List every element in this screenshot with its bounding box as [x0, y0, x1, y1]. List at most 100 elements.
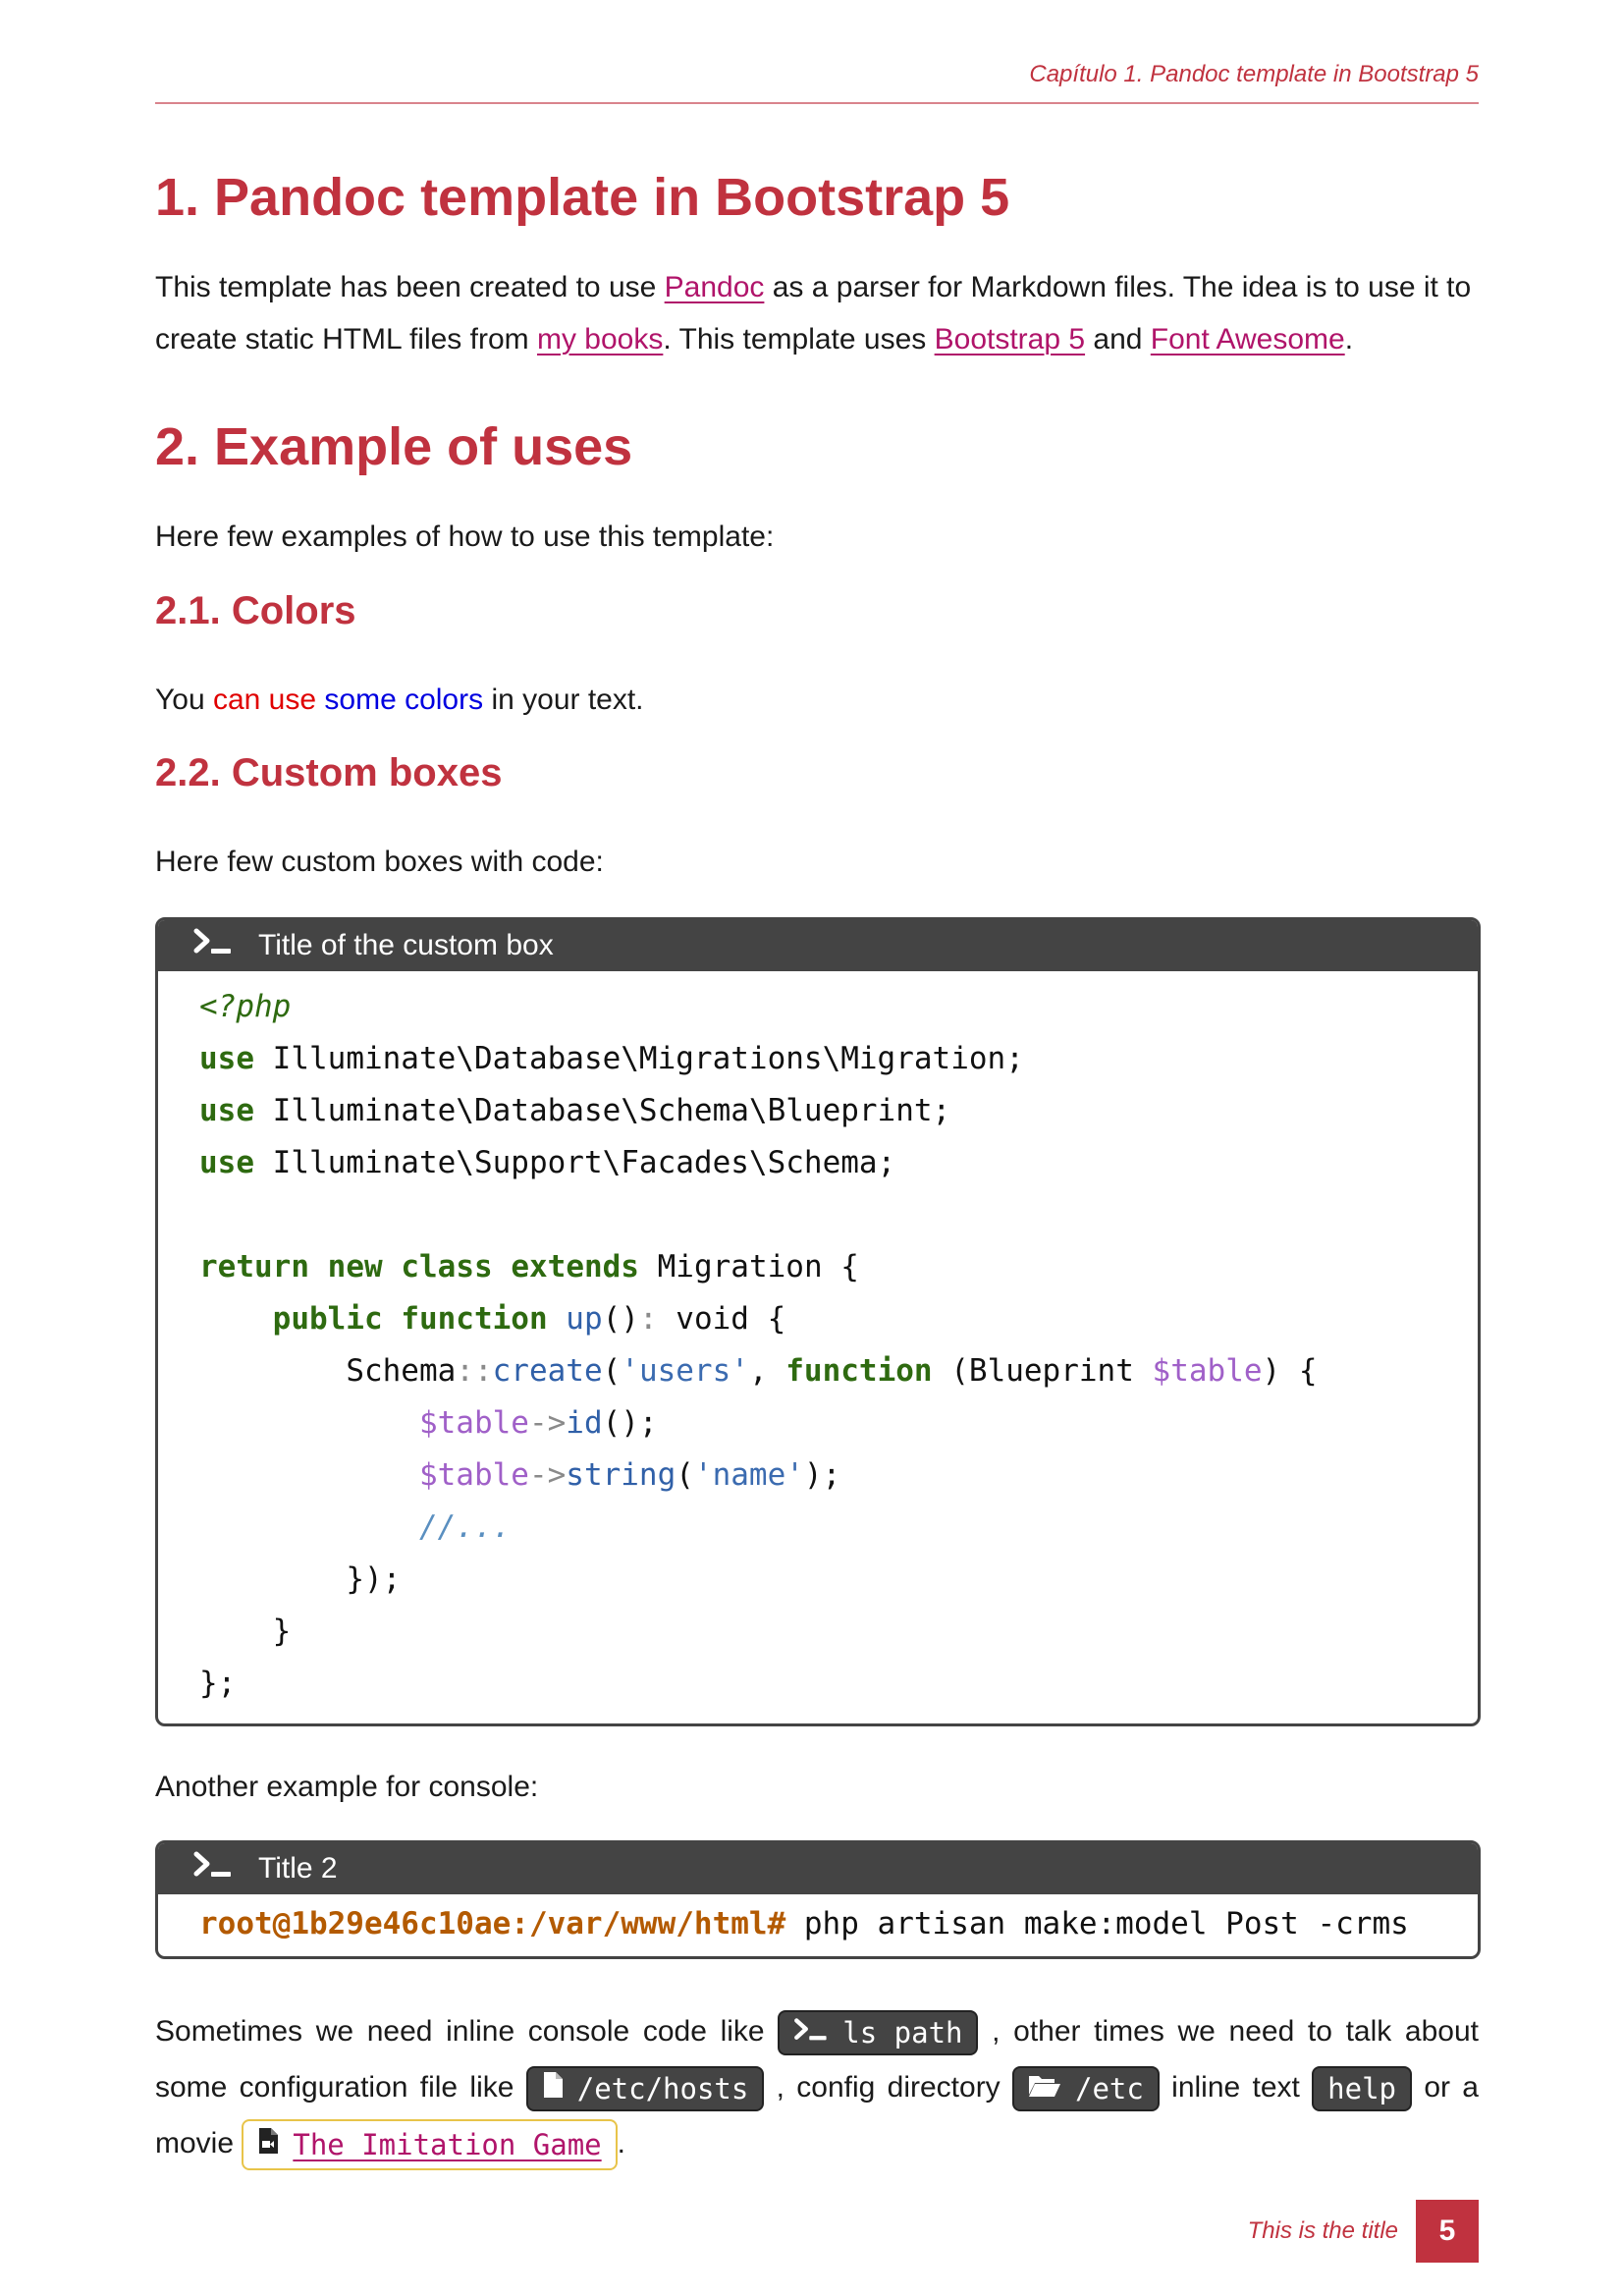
- inline-text-chip-label: help: [1327, 2071, 1397, 2105]
- inline-file-chip[interactable]: /etc/hosts: [525, 2066, 765, 2112]
- code-ns: Illuminate\Database\Schema\Blueprint;: [254, 1093, 951, 1128]
- colors-text-1: You: [155, 683, 213, 716]
- code-kw: function: [785, 1353, 933, 1389]
- link-pandoc[interactable]: Pandoc: [665, 271, 765, 303]
- code-fn: id: [566, 1405, 603, 1441]
- blue-text: some colors: [324, 683, 484, 716]
- page: Capítulo 1. Pandoc template in Bootstrap…: [155, 0, 1481, 2296]
- code-box-console: Title 2 root@1b29e46c10ae:/var/www/html#…: [155, 1840, 1481, 1959]
- code-fn: create: [492, 1353, 603, 1389]
- code-ns: Illuminate\Database\Migrations\Migration…: [254, 1041, 1024, 1076]
- subsection-heading-colors: 2.1. Colors: [155, 589, 356, 632]
- code-op: ::: [456, 1353, 493, 1389]
- code-string: 'users': [621, 1353, 749, 1389]
- code-text: ();: [602, 1405, 658, 1441]
- code-box-php: Title of the custom box <?php use Illumi…: [155, 917, 1481, 1726]
- examples-intro: Here few examples of how to use this tem…: [155, 520, 775, 553]
- console-command: php artisan make:model Post -crms: [785, 1906, 1409, 1941]
- code-box-title: Title 2: [258, 1852, 338, 1885]
- inline-console-chip[interactable]: ls path: [778, 2010, 979, 2056]
- code-text: (: [602, 1353, 622, 1389]
- page-number: 5: [1416, 2200, 1479, 2263]
- inline-file-text: /etc/hosts: [576, 2071, 749, 2105]
- colors-paragraph: You can use some colors in your text.: [155, 674, 1479, 726]
- intro-text-4: and: [1085, 323, 1151, 355]
- code-text: }: [272, 1613, 292, 1649]
- code-kw-use: use: [199, 1093, 254, 1128]
- code-kw: public: [272, 1301, 383, 1337]
- subsection-heading-custom-boxes: 2.2. Custom boxes: [155, 751, 503, 794]
- file-icon: [542, 2061, 564, 2117]
- code-php-open: <?php: [199, 989, 292, 1024]
- code-fn: string: [566, 1457, 676, 1493]
- code-text: (: [676, 1457, 694, 1493]
- intro-text-1: This template has been created to use: [155, 271, 665, 303]
- inline-movie-text: The Imitation Game: [293, 2127, 602, 2161]
- inline-text-3: , config directory: [764, 2071, 1012, 2104]
- red-text: can use: [212, 683, 317, 716]
- code-var: $table: [1152, 1353, 1263, 1389]
- code-comment: //...: [418, 1509, 512, 1545]
- code-text: });: [346, 1561, 402, 1597]
- intro-text-3: . This template uses: [663, 323, 935, 355]
- inline-text-chip[interactable]: help: [1312, 2066, 1413, 2112]
- code-kw: new: [327, 1249, 383, 1285]
- inline-dir-text: /etc: [1075, 2071, 1144, 2105]
- console-intro: Another example for console:: [155, 1771, 539, 1803]
- code-fn: up: [566, 1301, 603, 1337]
- code-box-title: Title of the custom box: [258, 929, 554, 961]
- code-text: Migration {: [638, 1249, 859, 1285]
- header-rule: [155, 102, 1479, 104]
- code-op: ->: [528, 1457, 567, 1493]
- code-block-php[interactable]: <?php use Illuminate\Database\Migrations…: [158, 971, 1478, 1723]
- code-kw-use: use: [199, 1041, 254, 1076]
- console-prompt: root@1b29e46c10ae:/var/www/html#: [199, 1906, 786, 1941]
- code-text: void {: [657, 1301, 786, 1337]
- link-font-awesome[interactable]: Font Awesome: [1151, 323, 1345, 355]
- inline-text-1: Sometimes we need inline console code li…: [155, 2015, 779, 2048]
- console-block[interactable]: root@1b29e46c10ae:/var/www/html# php art…: [158, 1894, 1478, 1956]
- custom-boxes-intro: Here few custom boxes with code:: [155, 846, 604, 878]
- terminal-icon: [193, 927, 233, 964]
- link-bootstrap[interactable]: Bootstrap 5: [935, 323, 1085, 355]
- terminal-icon: [793, 2005, 829, 2061]
- inline-text-4: inline text: [1159, 2071, 1313, 2104]
- code-op: :: [638, 1301, 658, 1337]
- code-text: (Blueprint: [932, 1353, 1153, 1389]
- code-text: };: [199, 1666, 237, 1701]
- inline-examples-paragraph: Sometimes we need inline console code li…: [155, 2003, 1479, 2171]
- inline-text-6: .: [617, 2127, 625, 2159]
- code-kw: class: [401, 1249, 493, 1285]
- code-text: ,: [748, 1353, 786, 1389]
- intro-paragraph: This template has been created to use Pa…: [155, 261, 1479, 365]
- inline-console-text: ls path: [842, 2015, 963, 2050]
- code-box-title-bar: Title 2: [158, 1843, 1478, 1894]
- section-heading-2: 2. Example of uses: [155, 417, 633, 476]
- code-box-title-bar: Title of the custom box: [158, 920, 1478, 971]
- code-var: $table: [418, 1405, 529, 1441]
- code-kw: function: [401, 1301, 548, 1337]
- code-kw-use: use: [199, 1145, 254, 1180]
- code-text: (): [602, 1301, 639, 1337]
- page-footer: This is the title 5: [1248, 2200, 1479, 2263]
- inline-dir-chip[interactable]: /etc: [1012, 2066, 1160, 2112]
- footer-title: This is the title: [1247, 2217, 1398, 2244]
- code-string: 'name': [693, 1457, 804, 1493]
- folder-open-icon: [1028, 2061, 1061, 2117]
- code-text: ) {: [1262, 1353, 1318, 1389]
- file-video-icon: [257, 2117, 279, 2173]
- code-kw: extends: [511, 1249, 639, 1285]
- code-op: ->: [528, 1405, 567, 1441]
- terminal-icon: [193, 1850, 233, 1887]
- code-text: );: [803, 1457, 841, 1493]
- code-var: $table: [418, 1457, 529, 1493]
- code-text: Schema: [346, 1353, 457, 1389]
- intro-text-5: .: [1344, 323, 1354, 355]
- inline-movie-chip[interactable]: The Imitation Game: [242, 2117, 618, 2173]
- section-heading-1: 1. Pandoc template in Bootstrap 5: [155, 168, 1010, 227]
- running-header: Capítulo 1. Pandoc template in Bootstrap…: [1029, 61, 1479, 87]
- code-kw: return: [199, 1249, 309, 1285]
- code-ns: Illuminate\Support\Facades\Schema;: [254, 1145, 896, 1180]
- link-my-books[interactable]: my books: [537, 323, 663, 355]
- colors-text-3: in your text.: [483, 683, 644, 716]
